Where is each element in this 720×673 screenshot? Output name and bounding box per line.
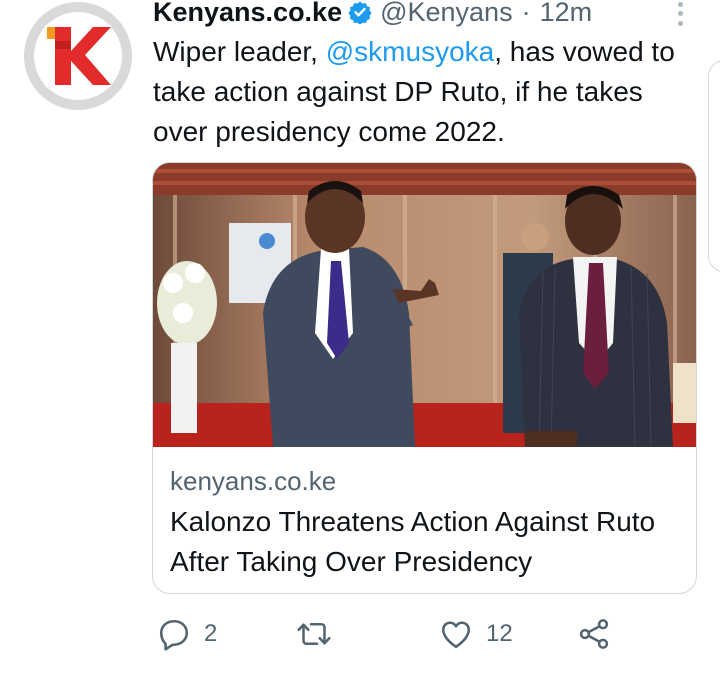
like-count: 12 xyxy=(486,620,513,647)
adjacent-panel-edge xyxy=(708,60,720,272)
author-handle[interactable]: @Kenyans xyxy=(380,0,512,28)
retweet-icon xyxy=(296,616,332,652)
share-icon xyxy=(576,616,612,652)
tweet-time[interactable]: 12m xyxy=(540,0,593,28)
share-button[interactable] xyxy=(576,614,612,654)
tweet-text: Wiper leader, @skmusyoka, has vowed to t… xyxy=(153,32,693,152)
card-title: Kalonzo Threatens Action Against Ruto Af… xyxy=(170,506,656,577)
author-name[interactable]: Kenyans.co.ke xyxy=(153,0,342,28)
tweet-header: Kenyans.co.ke @Kenyans · 12m xyxy=(153,0,592,30)
reply-icon xyxy=(156,616,192,652)
heart-icon xyxy=(438,616,474,652)
reply-count: 2 xyxy=(204,620,218,647)
header-separator: · xyxy=(521,0,531,27)
retweet-button[interactable] xyxy=(296,614,344,654)
kenyans-logo-icon xyxy=(45,25,111,87)
tweet-action-bar: 2 12 xyxy=(156,614,626,654)
author-avatar[interactable] xyxy=(24,2,132,110)
link-card[interactable]: kenyans.co.ke Kalonzo Threatens Action A… xyxy=(152,162,697,594)
mention-link[interactable]: @skmusyoka xyxy=(326,36,494,67)
card-photo xyxy=(153,163,696,447)
like-button[interactable]: 12 xyxy=(438,614,513,654)
card-domain: kenyans.co.ke xyxy=(170,466,337,496)
verified-badge-icon xyxy=(348,0,372,24)
reply-button[interactable]: 2 xyxy=(156,614,217,654)
tweet-text-before: Wiper leader, xyxy=(153,36,326,67)
more-dots-icon[interactable] xyxy=(668,0,692,28)
